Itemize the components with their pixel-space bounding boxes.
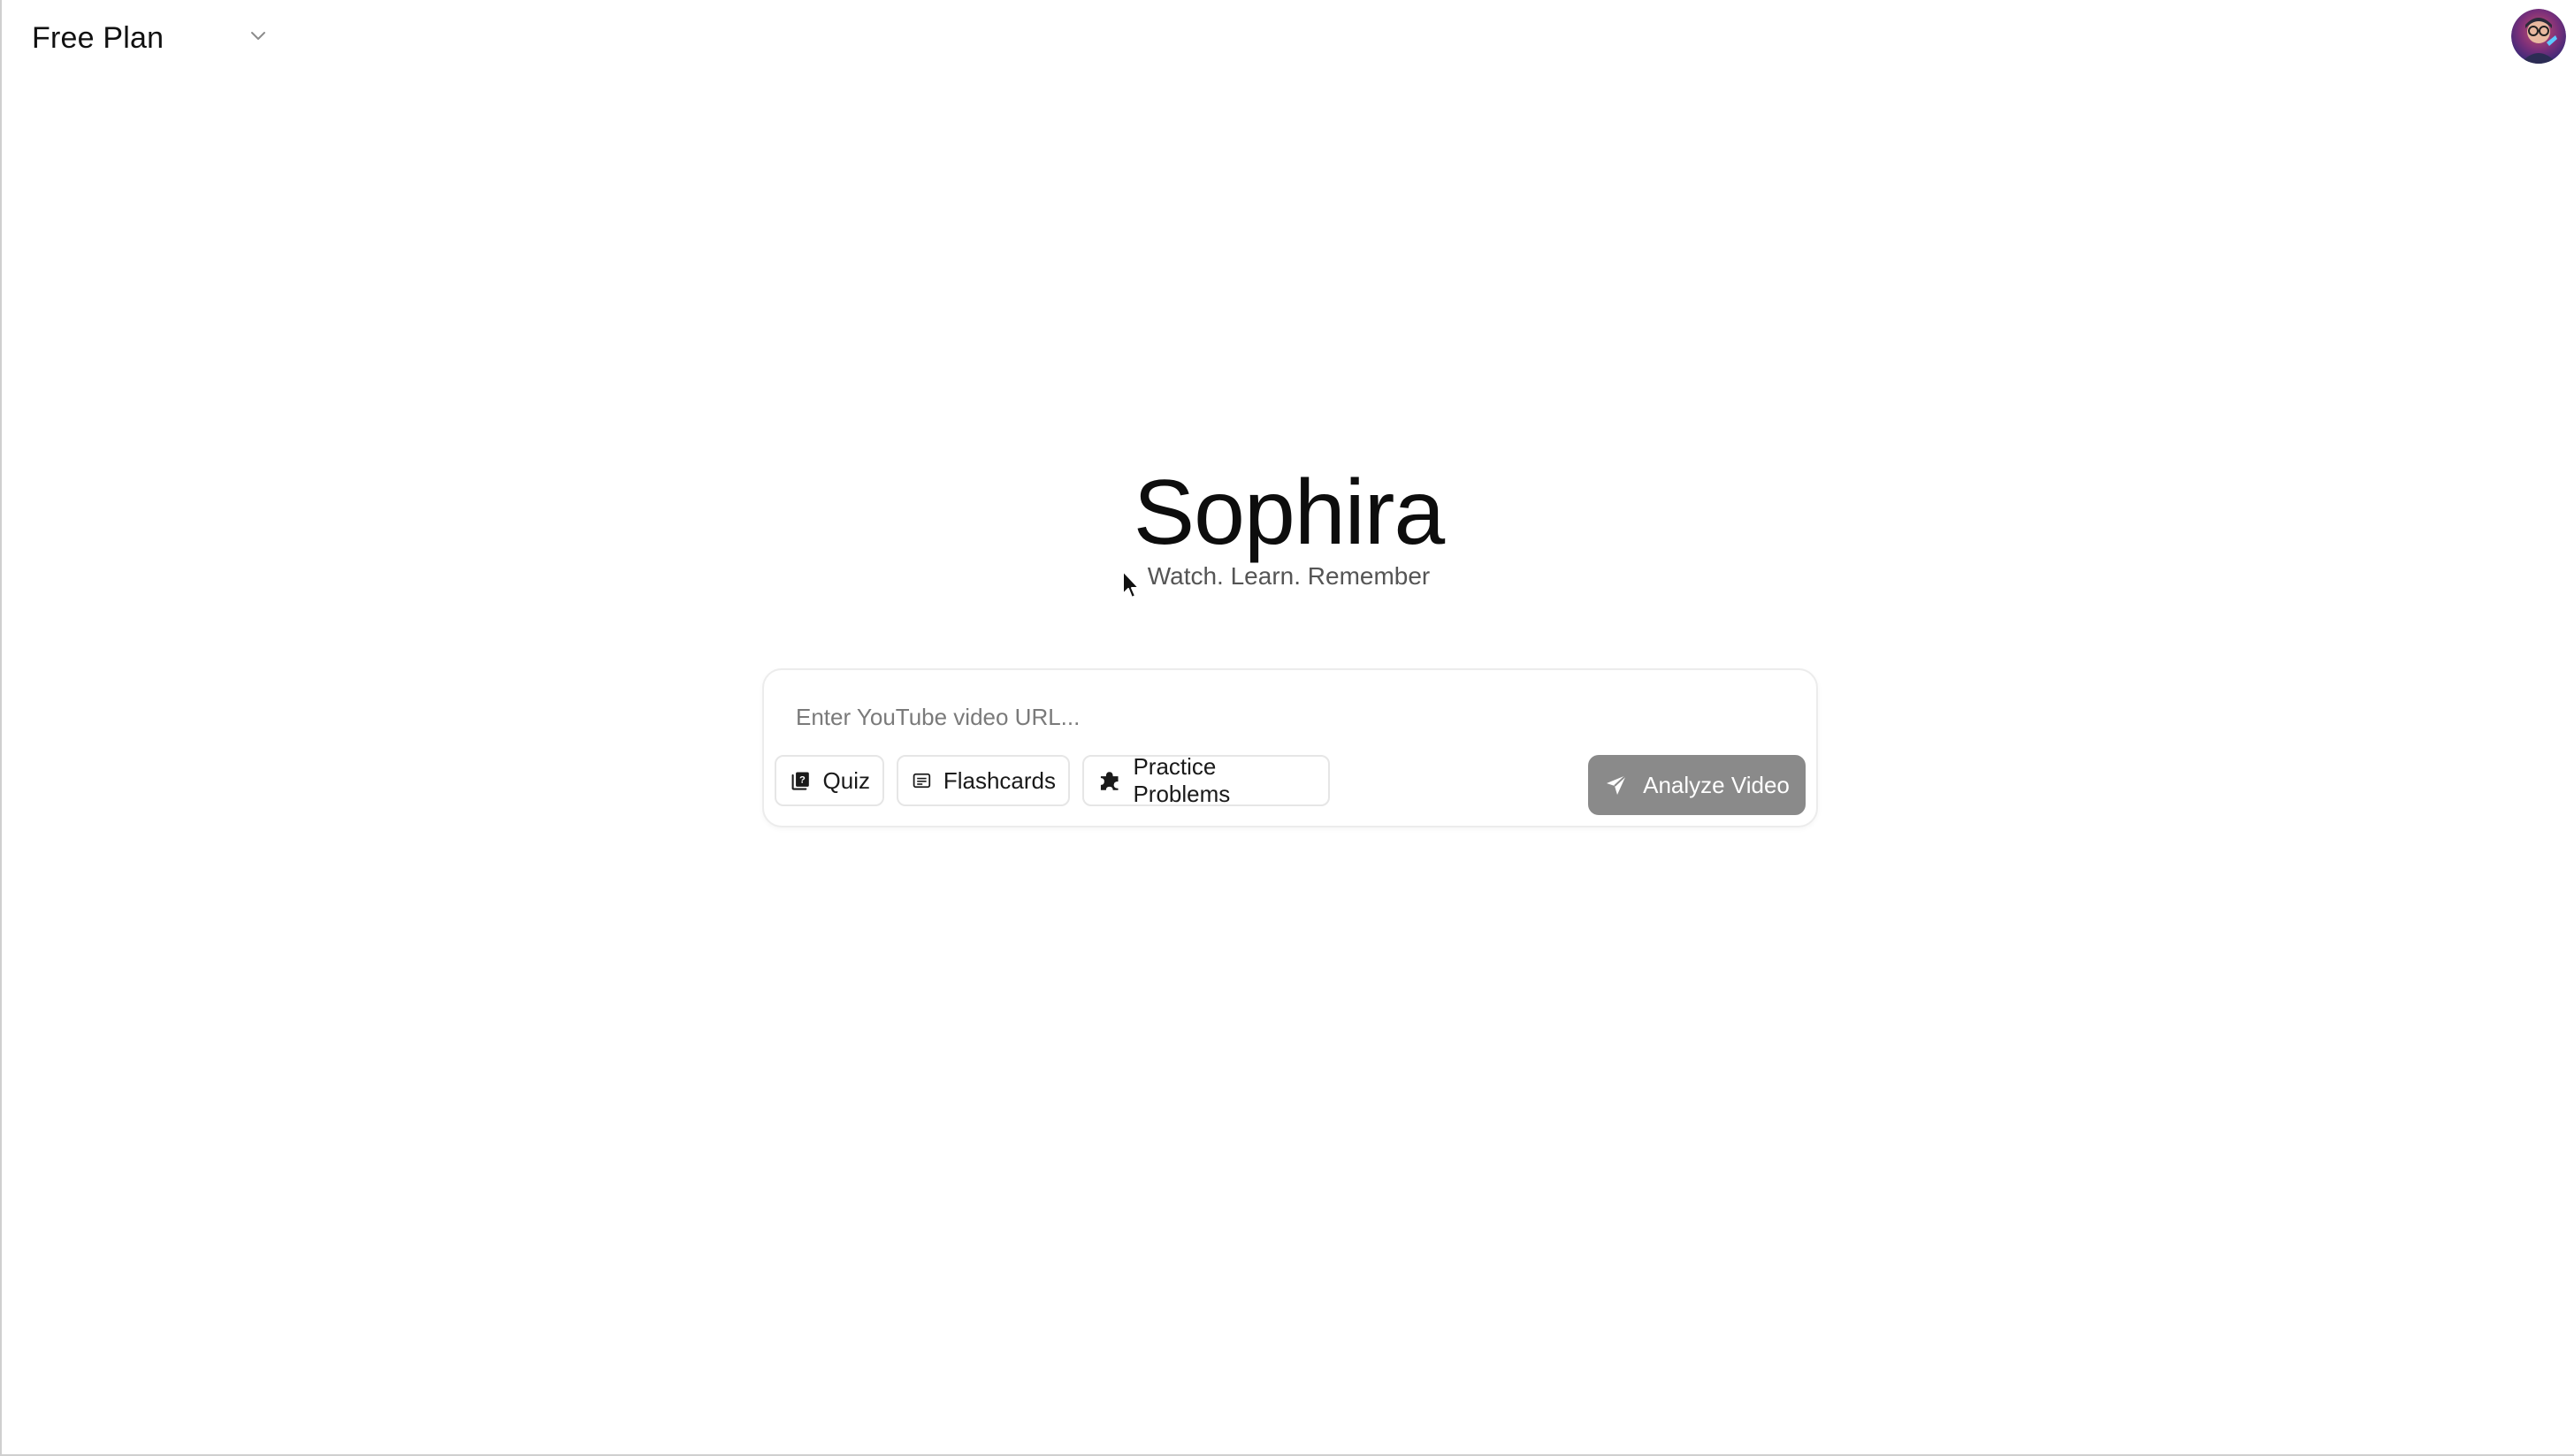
puzzle-icon [1100,772,1119,790]
mouse-cursor-icon [1122,570,1140,598]
app-tagline: Watch. Learn. Remember [1147,562,1431,590]
app-window: Free Plan Sophira Watch. Learn. Remember… [0,0,2574,1456]
quiz-label: Quiz [822,766,870,794]
flashcards-mode-button[interactable]: Flashcards [897,755,1070,806]
app-title: Sophira [1133,461,1445,564]
practice-problems-mode-button[interactable]: Practice Problems [1082,753,1330,807]
flashcards-label: Flashcards [943,766,1056,794]
url-composer: ? Quiz Flashcards Practice Problems [762,668,1818,827]
quiz-mode-button[interactable]: ? Quiz [775,755,884,806]
analyze-video-button[interactable]: Analyze Video [1588,755,1806,815]
plan-label: Free Plan [32,20,164,55]
avatar[interactable] [2511,9,2566,64]
video-url-input[interactable] [794,691,1770,743]
analyze-video-label: Analyze Video [1643,771,1790,798]
flashcards-icon [913,773,931,789]
user-avatar-icon [2511,9,2566,64]
plan-selector[interactable]: Free Plan [32,16,272,60]
quiz-icon: ? [791,772,809,790]
svg-text:?: ? [799,775,806,786]
chevron-down-icon [251,32,265,40]
practice-problems-label: Practice Problems [1133,753,1231,807]
send-icon [1607,774,1627,795]
